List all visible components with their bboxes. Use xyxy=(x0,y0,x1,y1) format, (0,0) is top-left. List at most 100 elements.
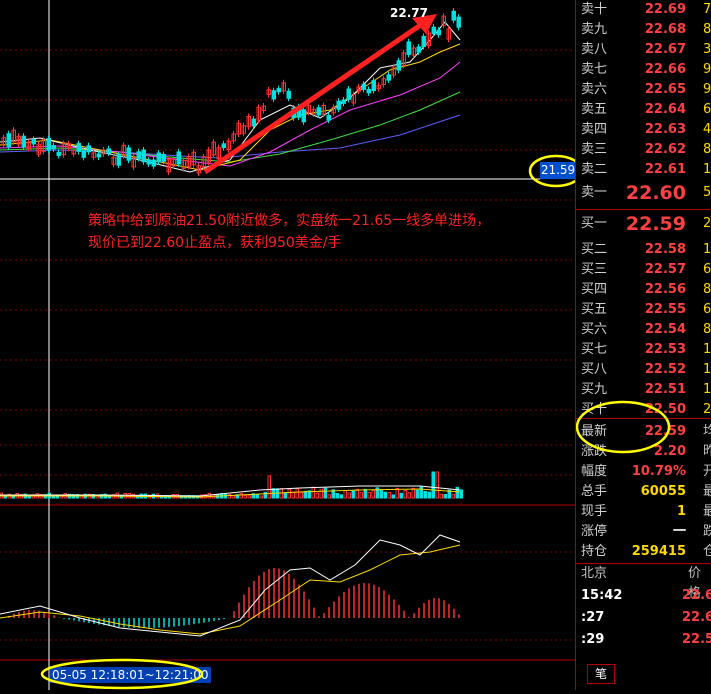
candle xyxy=(266,86,271,98)
sell-level-row[interactable]: 卖十 22.69 7 xyxy=(576,0,711,20)
candle-body xyxy=(436,29,441,36)
buy-level-label: 买四 xyxy=(581,282,608,297)
volume-bar xyxy=(415,489,419,499)
stat-value: 259415 xyxy=(631,544,686,559)
sell-level-label: 卖四 xyxy=(581,122,608,137)
buy-level-row[interactable]: 买九 22.51 1 xyxy=(576,380,711,400)
stat-row: 幅度 10.79% 开 xyxy=(576,462,711,482)
volume-bar xyxy=(311,486,315,499)
stat-value: 60055 xyxy=(640,484,686,499)
buy-level-row[interactable]: 买三 22.57 6 xyxy=(576,260,711,280)
buy-level-row[interactable]: 买六 22.54 8 xyxy=(576,320,711,340)
macd-dif-line xyxy=(0,534,461,637)
sell-level-row[interactable]: 卖七 22.66 9 xyxy=(576,60,711,80)
buy-level-row[interactable]: 买五 22.55 6 xyxy=(576,300,711,320)
candle xyxy=(276,85,281,95)
macd-dea-line xyxy=(0,544,461,635)
volume-bar xyxy=(355,488,359,499)
candle xyxy=(66,140,71,152)
volume-bar xyxy=(335,493,339,499)
sell-level-row[interactable]: 卖六 22.65 9 xyxy=(576,80,711,100)
pen-tool-button[interactable]: 笔 xyxy=(587,664,615,684)
sell-level-row[interactable]: 卖一 22.60 5 xyxy=(576,183,711,203)
buy-level-price: 22.57 xyxy=(644,262,686,277)
sell-level-price: 22.63 xyxy=(644,122,686,137)
buy-level-row[interactable]: 买七 22.53 1 xyxy=(576,340,711,360)
candle xyxy=(376,82,381,92)
sell-level-row[interactable]: 卖四 22.63 4 xyxy=(576,120,711,140)
candle-body xyxy=(126,147,131,161)
candle-body xyxy=(136,151,141,159)
buy-level-row[interactable]: 买一 22.59 2 xyxy=(576,214,711,234)
volume-bar xyxy=(323,487,327,499)
volume-bar xyxy=(379,489,383,499)
sell-level-label: 卖三 xyxy=(581,142,608,157)
sell-level-volume: 8 xyxy=(703,142,711,157)
candle-body xyxy=(51,145,56,150)
candle xyxy=(6,130,11,150)
buy-level-volume: 2 xyxy=(703,402,711,417)
candle-body xyxy=(6,133,11,148)
volume-bar xyxy=(423,490,427,499)
chart-canvas[interactable] xyxy=(0,0,575,690)
candle xyxy=(151,157,156,170)
volume-bar xyxy=(459,489,463,499)
candle xyxy=(86,142,91,155)
sell-level-row[interactable]: 卖三 22.62 8 xyxy=(576,140,711,160)
sell-level-row[interactable]: 卖二 22.61 1 xyxy=(576,160,711,180)
sell-level-row[interactable]: 卖五 22.64 6 xyxy=(576,100,711,120)
depth-separator xyxy=(576,209,711,210)
candle xyxy=(111,154,116,168)
sell-level-label: 卖七 xyxy=(581,62,608,77)
buy-level-label: 买十 xyxy=(581,402,608,417)
candle-body xyxy=(141,149,146,163)
volume-bar xyxy=(299,491,303,499)
buy-level-price: 22.59 xyxy=(625,213,686,235)
candle-body xyxy=(81,150,86,158)
candle xyxy=(286,88,291,102)
buy-level-price: 22.50 xyxy=(644,402,686,417)
candle xyxy=(221,140,226,151)
buy-level-row[interactable]: 买四 22.56 8 xyxy=(576,280,711,300)
annotation-line-2: 现价已到22.60止盈点，获利950美金/手 xyxy=(88,235,342,251)
buy-level-volume: 1 xyxy=(703,242,711,257)
sell-level-row[interactable]: 卖九 22.68 8 xyxy=(576,20,711,40)
candle-body xyxy=(76,143,81,152)
buy-level-row[interactable]: 买八 22.52 1 xyxy=(576,360,711,380)
buy-level-volume: 6 xyxy=(703,302,711,317)
ma-line-green xyxy=(0,91,461,163)
buy-level-row[interactable]: 买二 22.58 1 xyxy=(576,240,711,260)
volume-bar xyxy=(351,490,355,499)
volume-bar xyxy=(243,494,247,499)
candle xyxy=(231,130,236,144)
candle xyxy=(281,79,286,94)
tick-price: 22.6 xyxy=(682,610,711,625)
candle-body xyxy=(326,114,331,121)
ticks-header: 北京 价格 xyxy=(576,564,711,601)
candle-body xyxy=(96,153,101,158)
crosshair-time-range: 05-05 12:18:01~12:21:00 xyxy=(50,667,211,683)
buy-level-price: 22.54 xyxy=(644,322,686,337)
sell-level-label: 卖十 xyxy=(581,2,608,17)
buy-level-label: 买八 xyxy=(581,362,608,377)
sell-level-label: 卖六 xyxy=(581,82,608,97)
sell-level-volume: 4 xyxy=(703,122,711,137)
candle xyxy=(226,137,231,153)
sell-level-row[interactable]: 卖八 22.67 3 xyxy=(576,40,711,60)
buy-level-price: 22.51 xyxy=(644,382,686,397)
stat-label: 最新 xyxy=(581,424,608,439)
price-chart[interactable]: 22.77 策略中给到原油21.50附近做多，实盘统一21.65一线多单进场， … xyxy=(0,0,576,690)
sell-level-price: 22.60 xyxy=(625,182,686,204)
volume-bars xyxy=(0,471,463,499)
tick-row: :27 22.6 xyxy=(576,608,711,628)
candle xyxy=(56,149,61,159)
buy-level-row[interactable]: 买十 22.50 2 xyxy=(576,400,711,420)
candle-body xyxy=(341,99,346,104)
buy-level-label: 买七 xyxy=(581,342,608,357)
volume-bar xyxy=(407,492,411,499)
candle-body xyxy=(276,88,281,93)
volume-bar xyxy=(347,492,351,499)
sell-level-price: 22.65 xyxy=(644,82,686,97)
buy-level-price: 22.52 xyxy=(644,362,686,377)
stat-row: 涨跌 2.20 昨 xyxy=(576,442,711,462)
